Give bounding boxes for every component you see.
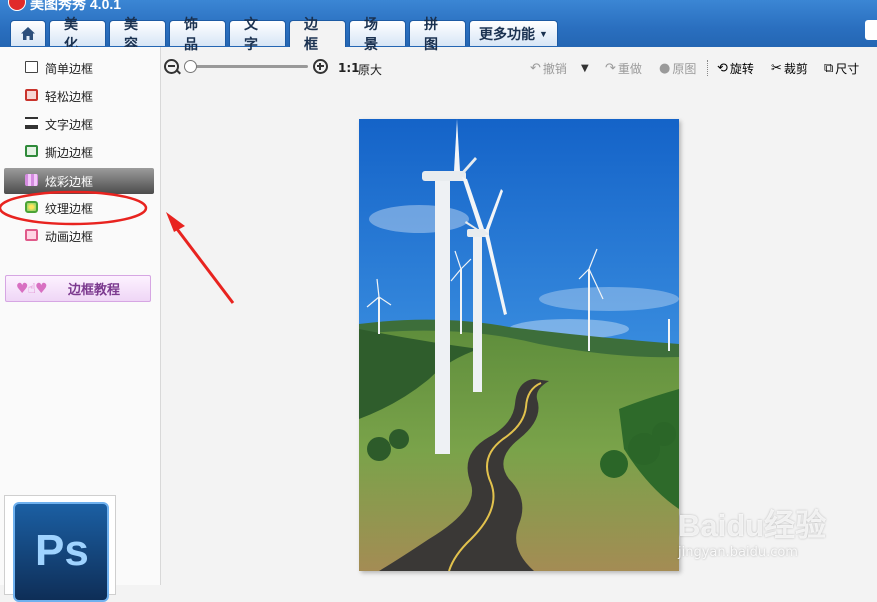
tab-face-retouch[interactable]: 美容 — [109, 16, 166, 52]
undo-history-dropdown[interactable]: ▼ — [581, 59, 589, 77]
app-title: 美图秀秀 4.0.1 — [30, 0, 122, 12]
resize-label: 尺寸 — [835, 61, 860, 76]
zoom-slider-handle[interactable] — [184, 60, 197, 73]
frame-tutorial-label: 边框教程 — [68, 283, 121, 298]
sidebar-item-label: 文字边框 — [45, 117, 94, 132]
photo-wind-turbines-road — [359, 119, 679, 571]
zoom-in-icon[interactable] — [313, 59, 328, 74]
redo-button[interactable]: ↷ 重做 — [605, 59, 642, 77]
toolbar: 1:1 原大 ↶ 撤销 ▼ ↷ 重做 ● 原图 ⟲ 旋转 ✂ 裁剪 ⧉ 尺寸 — [160, 47, 877, 87]
original-image-icon: ● — [659, 60, 671, 76]
sidebar-item-text-frame[interactable]: 文字边框 — [4, 112, 154, 136]
tab-text[interactable]: 文字 — [229, 16, 286, 52]
torn-edge-frame-icon — [25, 145, 38, 157]
sidebar-item-label: 炫彩边框 — [45, 174, 94, 189]
zoom-out-icon[interactable] — [164, 59, 179, 74]
tab-home[interactable] — [10, 20, 46, 46]
tab-frames[interactable]: 边框 — [289, 16, 346, 52]
crop-button[interactable]: ✂ 裁剪 — [771, 59, 808, 77]
undo-button[interactable]: ↶ 撤销 — [530, 59, 567, 77]
animation-frame-icon — [25, 229, 38, 241]
sidebar-item-label: 撕边边框 — [45, 145, 94, 160]
window-control-button[interactable] — [865, 20, 877, 40]
photoshop-thumbnail[interactable]: Ps — [4, 495, 116, 602]
crop-label: 裁剪 — [783, 61, 808, 76]
texture-frame-icon — [25, 201, 38, 213]
sidebar-item-colorful-frame[interactable]: 炫彩边框 — [4, 168, 154, 194]
frame-tutorial-button[interactable]: ♥☝♥ 边框教程 — [5, 275, 151, 302]
undo-label: 撤销 — [542, 61, 567, 76]
sidebar-item-label: 动画边框 — [45, 229, 94, 244]
easy-frame-icon — [25, 89, 38, 101]
sidebar-item-simple-frame[interactable]: 简单边框 — [4, 56, 154, 80]
tab-more-features[interactable]: 更多功能 ▼ — [469, 20, 558, 46]
original-image-button[interactable]: ● 原图 — [659, 59, 696, 77]
redo-icon: ↷ — [605, 60, 616, 76]
colorful-frame-icon — [25, 174, 38, 186]
undo-icon: ↶ — [530, 60, 541, 76]
sidebar-item-easy-frame[interactable]: 轻松边框 — [4, 84, 154, 108]
tab-accessories[interactable]: 饰品 — [169, 16, 226, 52]
original-size-button[interactable]: 原大 — [358, 61, 382, 78]
title-bar: 美图秀秀 4.0.1 美化 美容 饰品 文字 边框 场景 拼图 更多功能 ▼ — [0, 0, 877, 52]
tab-beautify[interactable]: 美化 — [49, 16, 106, 52]
sidebar-item-label: 纹理边框 — [45, 201, 94, 216]
redo-label: 重做 — [617, 61, 642, 76]
zoom-slider[interactable] — [186, 65, 308, 68]
resize-icon: ⧉ — [824, 60, 834, 76]
rotate-button[interactable]: ⟲ 旋转 — [717, 59, 754, 77]
rotate-icon: ⟲ — [717, 60, 728, 76]
rotate-label: 旋转 — [729, 61, 754, 76]
sidebar-item-label: 简单边框 — [45, 61, 94, 76]
resize-button[interactable]: ⧉ 尺寸 — [824, 59, 859, 77]
tab-collage[interactable]: 拼图 — [409, 16, 466, 52]
home-icon — [21, 27, 35, 40]
hand-icon: ♥☝♥ — [16, 280, 48, 297]
simple-frame-icon — [25, 61, 38, 73]
chevron-down-icon: ▼ — [539, 28, 548, 39]
main-tabs: 美化 美容 饰品 文字 边框 场景 拼图 更多功能 ▼ — [10, 16, 558, 52]
frame-category-sidebar: 简单边框 轻松边框 文字边框 撕边边框 炫彩边框 纹理边框 动画边框 ♥☝♥ 边… — [0, 47, 161, 602]
baidu-watermark-url: jingyan.baidu.com — [678, 545, 798, 560]
chevron-down-icon: ▼ — [581, 62, 589, 74]
toolbar-divider — [707, 60, 709, 76]
sidebar-item-label: 轻松边框 — [45, 89, 94, 104]
sidebar-item-torn-edge-frame[interactable]: 撕边边框 — [4, 140, 154, 164]
photoshop-icon: Ps — [13, 502, 109, 602]
sidebar-item-texture-frame[interactable]: 纹理边框 — [4, 196, 154, 220]
tab-scenes[interactable]: 场景 — [349, 16, 406, 52]
sidebar-item-animation-frame[interactable]: 动画边框 — [4, 224, 154, 248]
scissors-icon: ✂ — [771, 60, 782, 76]
tab-more-label: 更多功能 — [479, 25, 536, 42]
landscape-photo — [359, 119, 679, 571]
app-logo-icon — [8, 0, 26, 11]
text-frame-icon — [25, 117, 38, 129]
original-image-label: 原图 — [672, 61, 697, 76]
ratio-button[interactable]: 1:1 — [338, 61, 360, 75]
baidu-watermark-logo: Baidu经验 — [678, 508, 827, 543]
